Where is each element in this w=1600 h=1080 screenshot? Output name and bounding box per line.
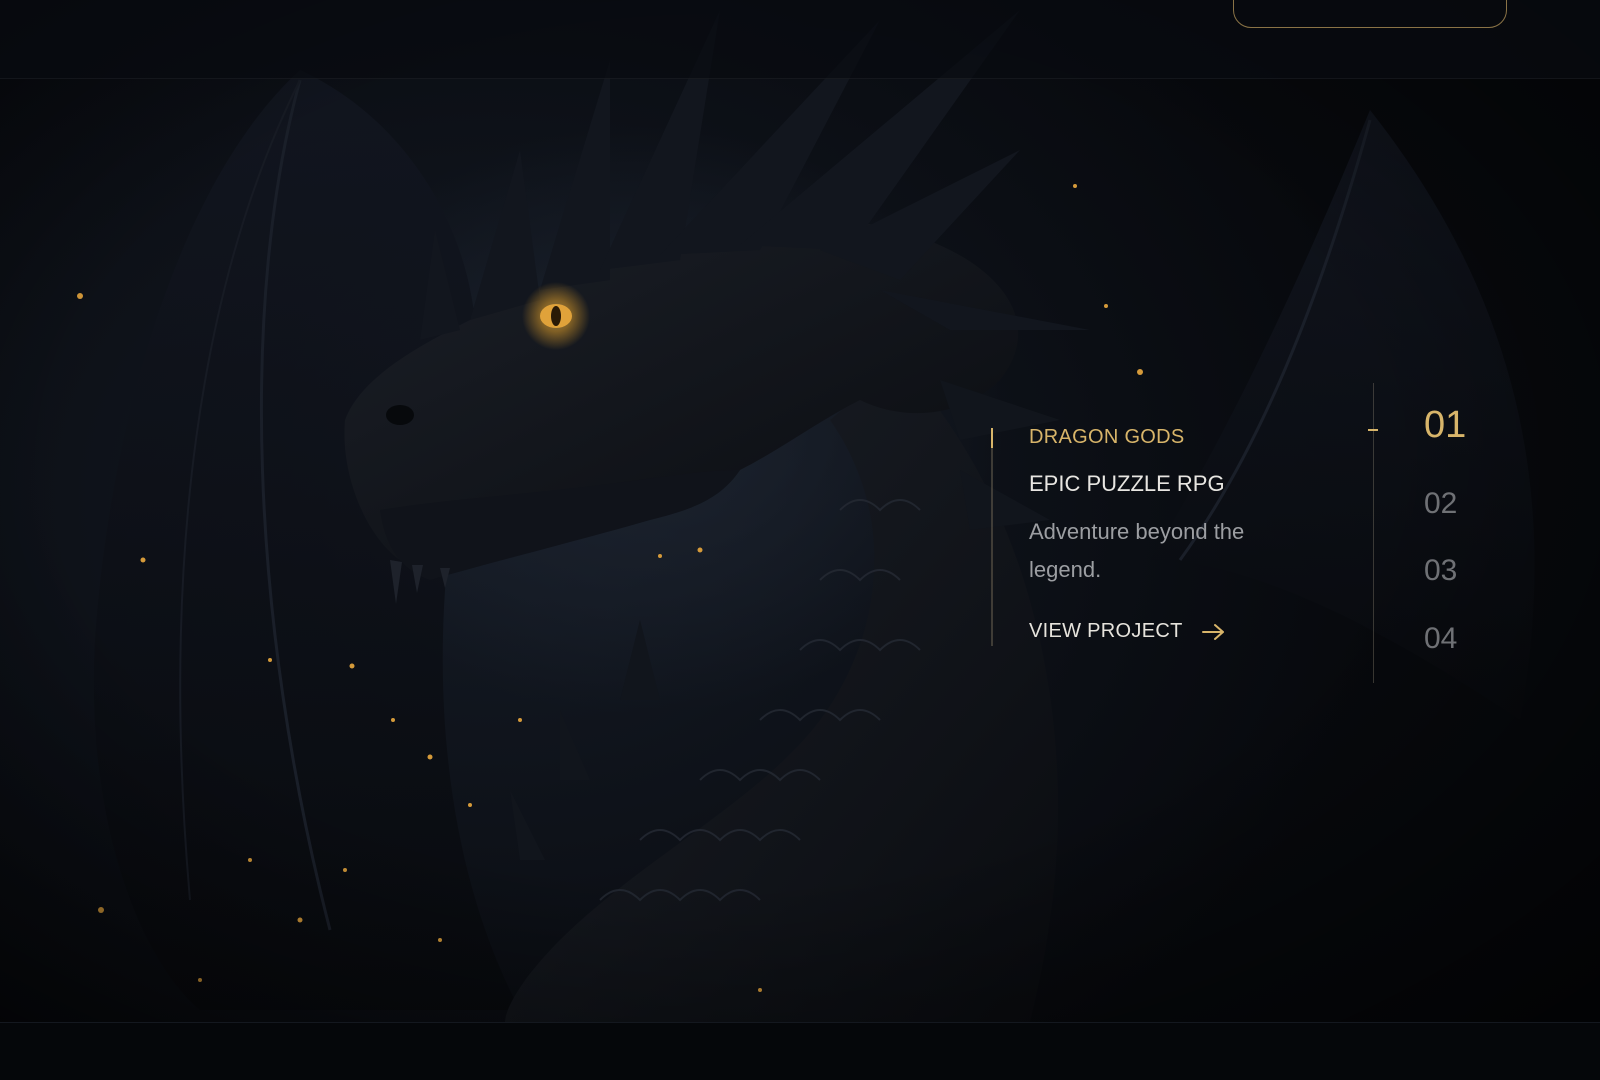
bottom-bar bbox=[0, 1022, 1600, 1080]
header-action-button[interactable] bbox=[1233, 0, 1507, 28]
project-tagline: Adventure beyond the legend. bbox=[1029, 519, 1245, 582]
slide-indicator-track bbox=[1373, 383, 1374, 683]
project-eyebrow: DRAGON GODS bbox=[1029, 426, 1185, 448]
slide-step-01[interactable]: 01 bbox=[1424, 404, 1466, 447]
slide-indicator-active-tick bbox=[1368, 429, 1378, 431]
slide-step-04[interactable]: 04 bbox=[1424, 622, 1457, 656]
slide-step-02[interactable]: 02 bbox=[1424, 487, 1457, 521]
arrow-right-icon bbox=[1201, 623, 1224, 640]
project-title: EPIC PUZZLE RPG bbox=[1029, 471, 1225, 496]
project-accent-rule bbox=[991, 428, 993, 646]
slide-step-03[interactable]: 03 bbox=[1424, 554, 1457, 588]
view-project-label: VIEW PROJECT bbox=[1029, 620, 1183, 642]
dragon-illustration bbox=[0, 0, 1600, 1022]
hero-section bbox=[0, 0, 1600, 1022]
page: DRAGON GODS EPIC PUZZLE RPG Adventure be… bbox=[0, 0, 1600, 1080]
view-project-link[interactable]: VIEW PROJECT bbox=[1029, 620, 1227, 643]
